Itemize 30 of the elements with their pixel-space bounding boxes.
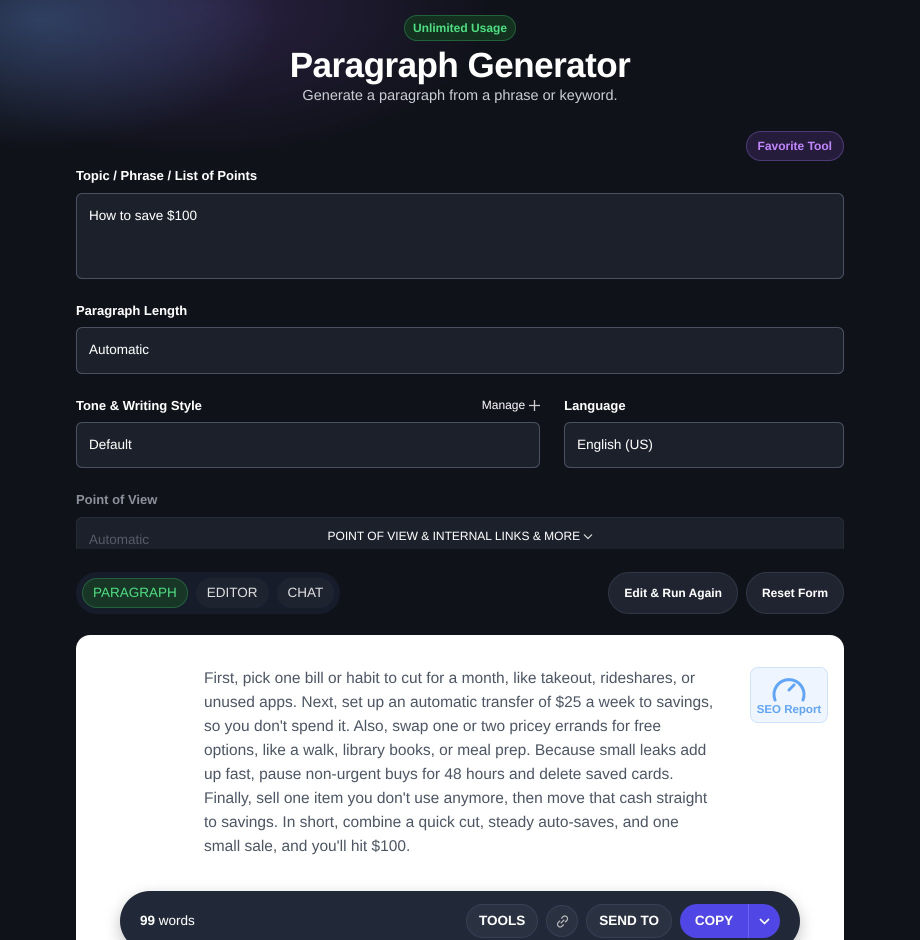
- action-button[interactable]: Reset Form: [746, 572, 844, 614]
- field-label: Tone & Writing Style: [76, 396, 202, 415]
- output-tab[interactable]: EDITOR: [196, 578, 269, 608]
- plus-icon: [529, 400, 540, 411]
- topic-textarea[interactable]: How to save $100: [76, 192, 844, 279]
- link-button[interactable]: [546, 905, 578, 937]
- page-title: Paragraph Generator: [288, 47, 632, 86]
- chevron-down-icon: [584, 534, 593, 540]
- field-label: Point of View: [76, 491, 158, 510]
- output-tab[interactable]: CHAT: [276, 578, 334, 608]
- field-label: Paragraph Length: [76, 302, 188, 320]
- page-subtitle: Generate a paragraph from a phrase or keyword.: [301, 86, 619, 106]
- field-label: Language: [564, 396, 626, 415]
- tone-select[interactable]: Default: [76, 422, 540, 468]
- manage-link[interactable]: Manage: [482, 396, 540, 414]
- tools-button[interactable]: TOOLS: [466, 904, 538, 938]
- send-to-button[interactable]: SEND TO: [586, 904, 672, 938]
- length-select[interactable]: Automatic: [76, 327, 844, 374]
- more-options-toggle[interactable]: POINT OF VIEW & INTERNAL LINKS & MORE: [327, 527, 593, 546]
- word-count: 99 words: [140, 912, 195, 930]
- link-icon: [554, 914, 570, 928]
- copy-button[interactable]: COPY: [680, 904, 748, 938]
- language-select[interactable]: English (US): [564, 422, 844, 468]
- usage-badge: Unlimited Usage: [404, 15, 516, 41]
- generated-paragraph: First, pick one bill or habit to cut for a month, like takeout, rideshares, or unused apps. Next, set up an automatic transfer of $25 a week to savings, so you don't spend it. Also, swap one or two pricey errands for free options, like a walk, library books, or meal prep. Because small leaks add up fast, pause non-urgent buys for 48 hours and delete saved cards. Finally, sell one item you don't use anymore, then move that cash straight to savings. In short, combine a quick cut, steady auto-saves, and one small sale, and you'll hit $100.: [204, 669, 714, 857]
- favorite-tool-button[interactable]: Favorite Tool: [746, 131, 844, 162]
- field-label: Topic / Phrase / List of Points: [76, 167, 258, 186]
- chevron-down-icon: [759, 918, 770, 925]
- output-tab[interactable]: PARAGRAPH: [82, 578, 188, 608]
- action-button[interactable]: Edit & Run Again: [608, 572, 738, 614]
